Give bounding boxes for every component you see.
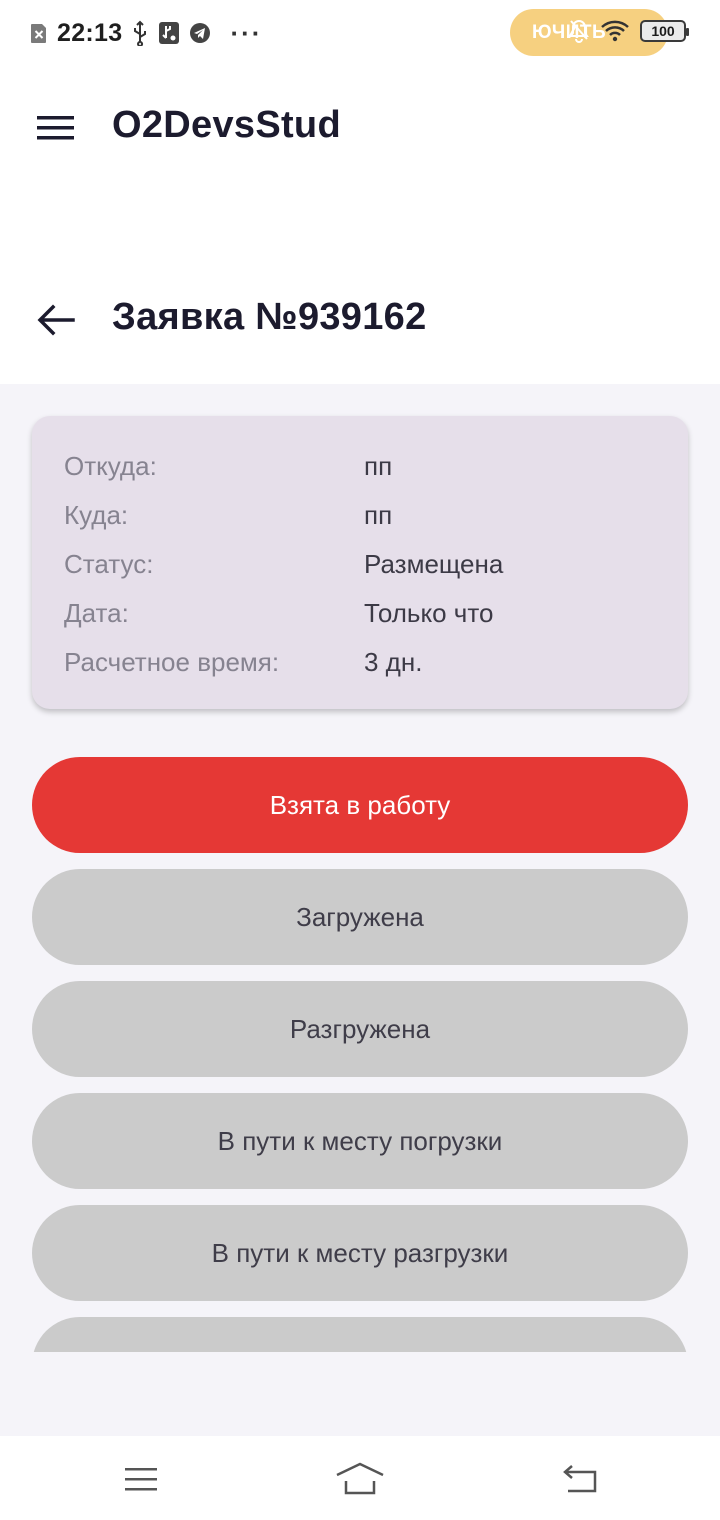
battery-level: 100 xyxy=(651,23,675,39)
info-row-status: Статус: Размещена xyxy=(64,547,503,581)
battery-icon: 100 xyxy=(640,20,689,42)
home-icon[interactable] xyxy=(335,1454,385,1504)
status-bar: 22:13 ··· ЮЧИТЬ 100 xyxy=(0,0,720,66)
app-title: O2DevsStud xyxy=(112,104,341,146)
mute-bell-icon xyxy=(568,18,590,44)
info-row-from: Откуда: пп xyxy=(64,449,392,483)
content-area: Откуда: пп Куда: пп Статус: Размещена Да… xyxy=(0,384,720,1436)
order-info-card: Откуда: пп Куда: пп Статус: Размещена Да… xyxy=(32,416,688,709)
info-label: Расчетное время: xyxy=(64,646,280,677)
status-button-to-loading[interactable]: В пути к месту погрузки xyxy=(32,1093,688,1189)
hamburger-menu-icon[interactable] xyxy=(30,106,82,150)
status-bar-left: 22:13 ··· xyxy=(30,18,262,48)
page-header: Заявка №939162 xyxy=(0,190,720,384)
info-label: Дата: xyxy=(64,597,129,628)
wifi-icon xyxy=(600,19,630,43)
recents-menu-icon[interactable] xyxy=(116,1454,166,1504)
telegram-icon xyxy=(189,22,211,44)
info-row-to: Куда: пп xyxy=(64,498,392,532)
info-value: пп xyxy=(364,450,393,481)
status-button-list[interactable]: Взята в работу Загружена Разгружена В пу… xyxy=(32,757,688,1352)
status-time: 22:13 xyxy=(57,18,123,47)
status-button-partial[interactable] xyxy=(32,1317,688,1352)
info-value: Размещена xyxy=(364,548,504,579)
info-label: Статус: xyxy=(64,548,154,579)
status-button-loaded[interactable]: Загружена xyxy=(32,869,688,965)
usb-debug-icon xyxy=(158,21,180,45)
status-button-unloaded[interactable]: Разгружена xyxy=(32,981,688,1077)
app-bar: O2DevsStud xyxy=(0,66,720,190)
info-value: 3 дн. xyxy=(364,646,423,677)
status-bar-right: 100 xyxy=(568,18,689,44)
back-icon[interactable] xyxy=(554,1454,604,1504)
overflow-dots: ··· xyxy=(230,18,263,48)
system-nav-bar xyxy=(0,1436,720,1520)
info-value: Только что xyxy=(364,597,494,628)
status-button-to-unloading[interactable]: В пути к месту разгрузки xyxy=(32,1205,688,1301)
info-label: Куда: xyxy=(64,499,129,530)
info-value: пп xyxy=(364,499,393,530)
close-notification-icon xyxy=(30,21,48,45)
arrow-left-icon[interactable] xyxy=(30,298,82,342)
info-row-date: Дата: Только что xyxy=(64,596,493,630)
info-label: Откуда: xyxy=(64,450,157,481)
status-button-taken[interactable]: Взята в работу xyxy=(32,757,688,853)
page-title: Заявка №939162 xyxy=(112,296,427,338)
info-row-estimated-time: Расчетное время: 3 дн. xyxy=(64,645,422,679)
usb-icon xyxy=(131,20,149,46)
